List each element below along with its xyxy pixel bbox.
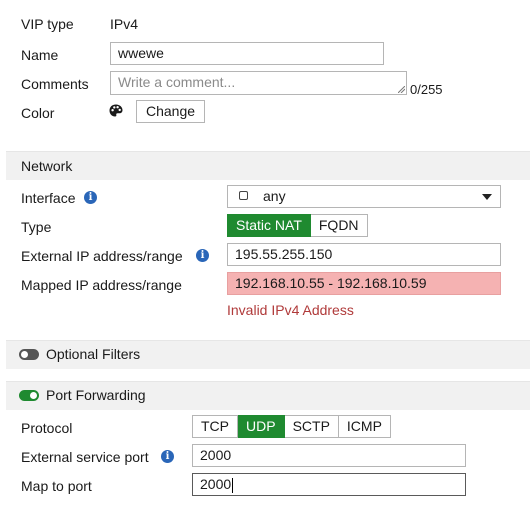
protocol-option-sctp[interactable]: SCTP <box>284 415 339 438</box>
name-input[interactable]: wwewe <box>110 42 384 65</box>
network-section-title: Network <box>21 158 73 174</box>
protocol-option-udp[interactable]: UDP <box>238 415 285 438</box>
comments-counter: 0/255 <box>410 82 443 97</box>
type-label: Type <box>21 219 52 235</box>
network-section-header: Network <box>6 151 530 180</box>
resize-grip-icon[interactable] <box>398 86 405 93</box>
color-change-button[interactable]: Change <box>136 100 206 123</box>
interface-checkbox-icon <box>239 191 248 200</box>
port-forwarding-label: Port Forwarding <box>46 387 146 403</box>
interface-label: Interface <box>21 190 76 206</box>
map-to-port-input[interactable]: 2000 <box>192 473 466 496</box>
port-forwarding-section-header: Port Forwarding <box>6 381 530 410</box>
map-to-port-label: Map to port <box>21 478 92 494</box>
optional-filters-label: Optional Filters <box>46 346 141 362</box>
external-port-input[interactable]: 2000 <box>192 444 466 467</box>
external-ip-info-icon[interactable]: i <box>196 249 209 262</box>
port-forwarding-toggle[interactable] <box>19 390 39 401</box>
interface-value: any <box>263 188 286 204</box>
external-port-info-icon[interactable]: i <box>161 450 174 463</box>
comments-label: Comments <box>21 76 89 92</box>
vip-type-value: IPv4 <box>110 16 139 32</box>
external-ip-label: External IP address/range <box>21 248 183 264</box>
type-segmented-control: Static NAT FQDN <box>227 214 368 237</box>
color-label: Color <box>21 105 55 121</box>
external-ip-input[interactable]: 195.55.255.150 <box>227 243 501 266</box>
comments-placeholder: Write a comment... <box>118 74 236 90</box>
protocol-segmented-control: TCP UDP SCTP ICMP <box>192 415 391 438</box>
protocol-option-tcp[interactable]: TCP <box>192 415 238 438</box>
mapped-ip-label: Mapped IP address/range <box>21 277 182 293</box>
protocol-label: Protocol <box>21 420 73 436</box>
type-option-static-nat[interactable]: Static NAT <box>227 214 311 237</box>
vip-type-label: VIP type <box>21 16 74 32</box>
optional-filters-section-header: Optional Filters <box>6 340 530 369</box>
map-to-port-value: 2000 <box>200 476 232 492</box>
interface-info-icon[interactable]: i <box>84 191 97 204</box>
interface-select[interactable]: any <box>227 185 501 208</box>
text-cursor <box>232 477 234 493</box>
external-port-label: External service port <box>21 449 149 465</box>
chevron-down-icon <box>482 194 492 200</box>
protocol-option-icmp[interactable]: ICMP <box>338 415 391 438</box>
type-option-fqdn[interactable]: FQDN <box>310 214 368 237</box>
name-label: Name <box>21 47 59 63</box>
palette-icon <box>108 103 124 122</box>
optional-filters-toggle[interactable] <box>19 349 39 360</box>
mapped-ip-input[interactable]: 192.168.10.55 - 192.168.10.59 <box>227 272 501 295</box>
comments-textarea[interactable]: Write a comment... <box>110 71 407 95</box>
mapped-ip-error: Invalid IPv4 Address <box>227 302 354 318</box>
